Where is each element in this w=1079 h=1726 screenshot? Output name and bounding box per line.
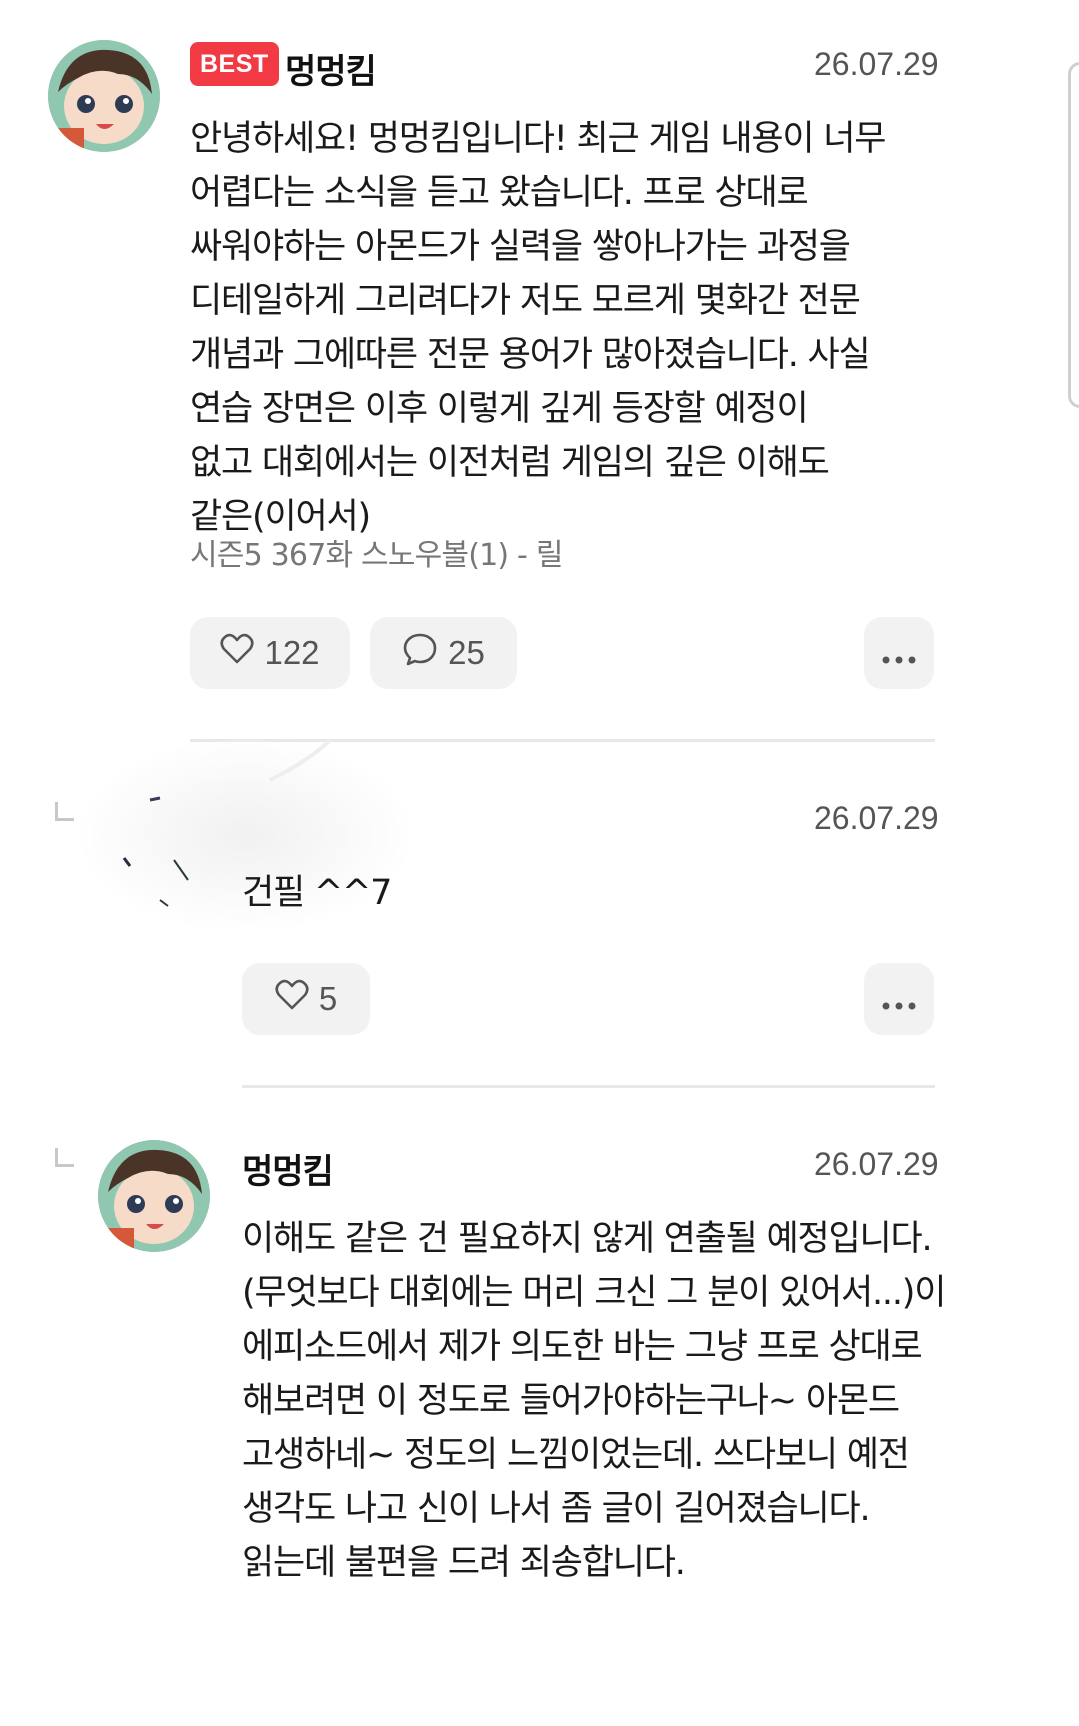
comment-line: 디테일하게 그리려다가 저도 모르게 몇화간 전문 [190,281,861,321]
comment-body: 건필 ^^7 [242,873,392,913]
comment-date: 26.07.29 [814,1146,939,1182]
comment-line: 없고 대회에서는 이전처럼 게임의 깊은 이해도 [190,443,830,483]
reply-count: 25 [448,634,485,671]
comment-line: 싸워야하는 아몬드가 실력을 쌓아나가는 과정을 [190,227,851,267]
avatar[interactable] [48,40,160,152]
scroll-indicator[interactable] [1068,62,1079,408]
reply-button[interactable]: 25 [370,617,517,689]
heart-icon [275,979,309,1019]
more-dots-icon [882,980,916,1018]
comment-date: 26.07.29 [814,46,939,82]
like-button[interactable]: 122 [190,617,350,689]
comment-line: (무엇보다 대회에는 머리 크신 그 분이 있어서...)이 [242,1273,946,1313]
more-dots-icon [882,634,916,672]
comment-line: 에피소드에서 제가 의도한 바는 그냥 프로 상대로 [242,1327,923,1367]
reply-indicator-icon [55,1148,74,1167]
heart-icon [220,633,255,673]
more-button[interactable] [864,963,934,1035]
avatar[interactable] [98,1140,210,1252]
like-count: 5 [318,980,338,1017]
comment-line: 해보려면 이 정도로 들어가야하는구나~ 아몬드 [242,1381,900,1421]
comment-body: 이해도 같은 건 필요하지 않게 연출될 예정입니다. (무엇보다 대회에는 머… [242,1212,946,1590]
best-badge: BEST [190,42,279,86]
comment-line: 읽는데 불편을 드려 죄송합니다. [242,1543,686,1583]
username[interactable]: 멍멍킴 [285,44,377,93]
episode-label[interactable]: 시즌5 367화 스노우볼(1) - 릴 [190,530,563,574]
comment-date: 26.07.29 [814,800,939,836]
comment-line: 고생하네~ 정도의 느낌이었는데. 쓰다보니 예전 [242,1435,910,1475]
comment-line: 연습 장면은 이후 이렇게 깊게 등장할 예정이 [190,389,809,429]
comment-line: 안녕하세요! 멍멍킴입니다! 최근 게임 내용이 너무 [190,119,886,159]
divider [242,1085,935,1088]
like-button[interactable]: 5 [242,963,370,1035]
comment-line: 어렵다는 소식을 듣고 왔습니다. 프로 상대로 [190,173,809,213]
comment-body: 안녕하세요! 멍멍킴입니다! 최근 게임 내용이 너무 어렵다는 소식을 듣고 … [190,112,886,544]
more-button[interactable] [864,617,934,689]
speech-bubble-icon [402,632,438,674]
reply-indicator-icon [55,802,74,821]
comment-line: 개념과 그에따른 전문 용어가 많아졌습니다. 사실 [190,335,871,375]
comment-line: 이해도 같은 건 필요하지 않게 연출될 예정입니다. [242,1219,933,1259]
username[interactable]: 멍멍킴 [242,1144,334,1193]
comment-line: 생각도 나고 신이 나서 좀 글이 길어졌습니다. [242,1489,871,1529]
like-count: 122 [264,634,320,671]
